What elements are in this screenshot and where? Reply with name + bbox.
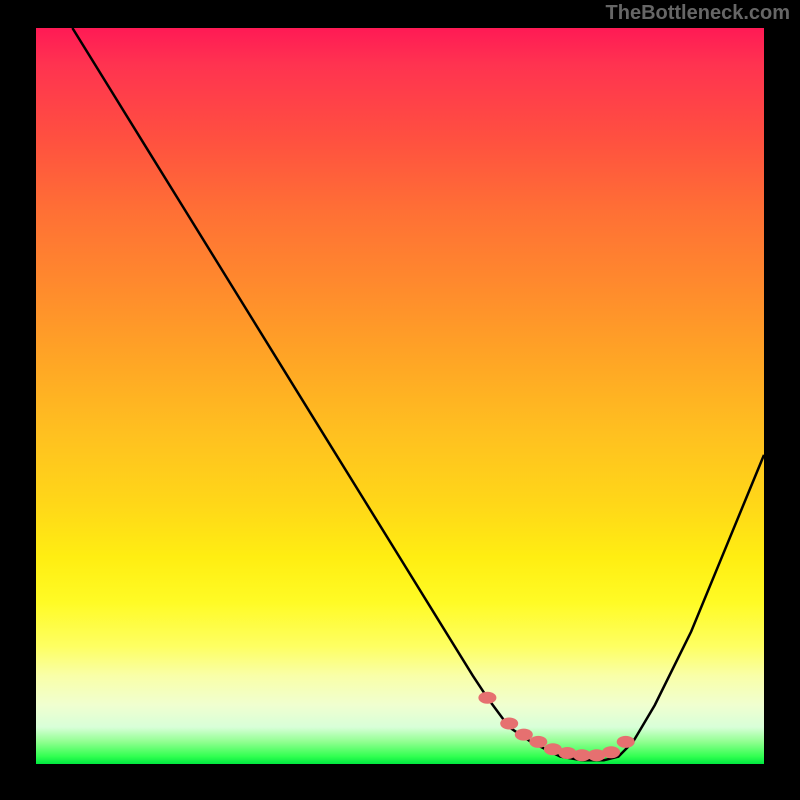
- highlight-markers: [478, 692, 634, 761]
- attribution-text: TheBottleneck.com: [606, 2, 790, 25]
- chart-container: TheBottleneck.com: [0, 0, 800, 800]
- plot-area: [36, 28, 764, 764]
- curve-svg: [36, 28, 764, 764]
- bottleneck-curve: [72, 28, 764, 760]
